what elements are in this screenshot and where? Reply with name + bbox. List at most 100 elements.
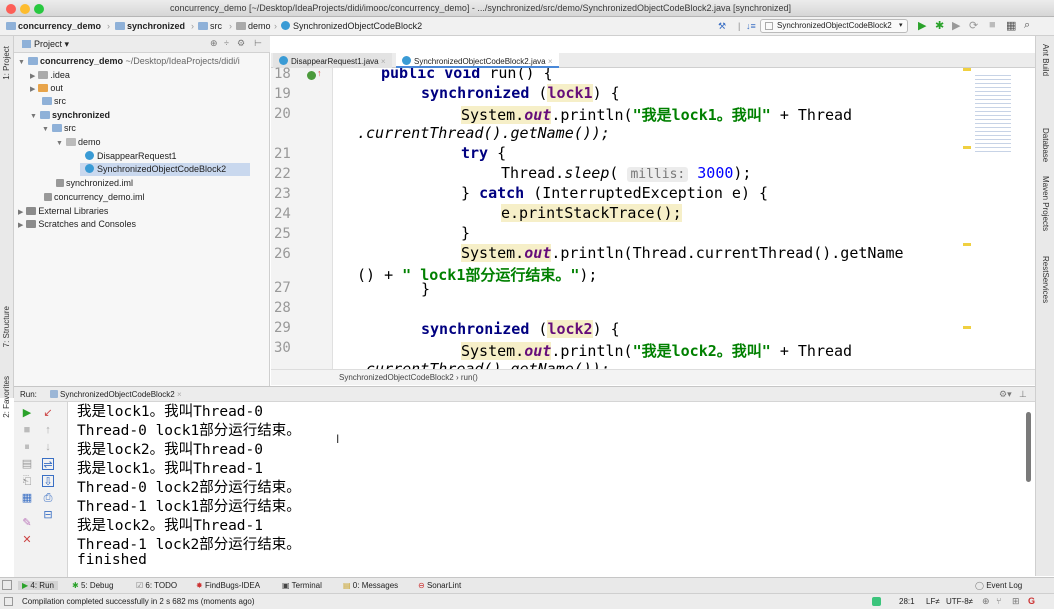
tab-synchronized-object-code-block2[interactable]: SynchronizedObjectCodeBlock2.java ×: [396, 53, 559, 68]
run-tab[interactable]: SynchronizedObjectCodeBlock2 ×: [50, 390, 182, 399]
close-tab-icon[interactable]: ×: [548, 57, 553, 66]
file-encoding[interactable]: UTF-8≠: [946, 597, 973, 606]
tab-messages[interactable]: ▤ 0: Messages: [343, 581, 398, 590]
tab-run[interactable]: ▶ 4: Run: [18, 581, 58, 590]
settings-gear-icon[interactable]: ⚙▾: [999, 389, 1012, 400]
coverage-icon[interactable]: ▶: [952, 19, 960, 32]
tree-item-synchronized-iml[interactable]: synchronized.iml: [56, 178, 133, 188]
console-output[interactable]: 我是lock1。我叫Thread-0 Thread-0 lock1部分运行结束。…: [68, 402, 1035, 577]
tab-findbugs[interactable]: ✸ FindBugs-IDEA: [196, 581, 260, 590]
warning-marker[interactable]: [963, 243, 971, 246]
stop-icon[interactable]: ■: [21, 424, 33, 436]
tool-window-toggle-icon[interactable]: [2, 580, 12, 590]
close-tab-icon[interactable]: ×: [381, 57, 386, 66]
status-toggle-icon[interactable]: [4, 597, 13, 606]
tab-todo[interactable]: ☑ 6: TODO: [136, 581, 177, 590]
run-gutter-icon[interactable]: [307, 71, 316, 80]
maven-projects-tab[interactable]: Maven Projects: [1041, 176, 1050, 231]
tree-item-synchronized-object-code-block2[interactable]: SynchronizedObjectCodeBlock2: [85, 164, 226, 174]
tree-item-synchronized[interactable]: ▼ synchronized: [30, 110, 110, 120]
search-icon[interactable]: ⌕: [1024, 19, 1030, 32]
line-separator[interactable]: LF≠: [926, 597, 940, 606]
tree-item-concurrency-demo-iml[interactable]: concurrency_demo.iml: [44, 192, 145, 202]
scroll-up-icon[interactable]: ↑: [42, 424, 54, 436]
settings-icon[interactable]: ▦: [21, 492, 33, 504]
clear-all-icon[interactable]: ⊟: [42, 509, 54, 521]
status-message[interactable]: Compilation completed successfully in 2 …: [22, 597, 255, 606]
tree-item-concurrency-demo[interactable]: ▼ concurrency_demo ~/Desktop/IdeaProjects…: [18, 56, 240, 66]
collapse-icon[interactable]: ÷: [224, 38, 229, 48]
settings-gear-icon[interactable]: ⚙: [237, 38, 245, 49]
sort-icon[interactable]: ↓≡: [746, 21, 756, 31]
warning-marker[interactable]: [963, 326, 971, 329]
tree-item-idea[interactable]: ▶ .idea: [30, 70, 70, 80]
warning-marker[interactable]: [963, 146, 971, 149]
run-icon[interactable]: ▶: [918, 19, 926, 32]
favorites-tool-tab[interactable]: 2: Favorites: [2, 376, 11, 418]
database-tab[interactable]: Database: [1041, 128, 1050, 162]
minimize-window-button[interactable]: [20, 4, 30, 14]
restore-layout-icon[interactable]: ⎗: [21, 475, 33, 487]
status-indicator-icon[interactable]: [872, 597, 881, 606]
project-structure-icon[interactable]: ▦: [1006, 19, 1016, 32]
breadcrumb-class-name[interactable]: SynchronizedObjectCodeBlock2: [339, 373, 454, 382]
breadcrumb-method-name[interactable]: run(): [461, 373, 478, 382]
console-line: 我是lock1。我叫Thread-0: [77, 404, 263, 420]
scroll-down-icon[interactable]: ↓: [42, 441, 54, 453]
close-icon[interactable]: ✕: [21, 534, 33, 546]
rest-services-tab[interactable]: RestServices: [1041, 256, 1050, 303]
console-scrollbar[interactable]: [1026, 412, 1031, 482]
tree-item-disappear-request1[interactable]: DisappearRequest1: [85, 151, 177, 161]
code-editor[interactable]: public void run() { synchronized (lock1)…: [333, 68, 1023, 369]
close-window-button[interactable]: [6, 4, 16, 14]
status-bar: Compilation completed successfully in 2 …: [0, 593, 1054, 609]
warning-marker[interactable]: [963, 68, 971, 71]
tree-item-out[interactable]: ▶ out: [30, 83, 63, 93]
memory-icon[interactable]: ⊞: [1012, 596, 1020, 607]
dump-threads-icon[interactable]: ▤: [21, 458, 33, 470]
breadcrumb-module[interactable]: synchronized: [115, 21, 185, 31]
tree-item-demo[interactable]: ▼ demo: [56, 137, 100, 147]
breadcrumb-class[interactable]: SynchronizedObjectCodeBlock2: [281, 21, 422, 31]
code-minimap[interactable]: [963, 68, 1023, 369]
hide-panel-icon[interactable]: ⊢: [254, 38, 262, 49]
tab-terminal[interactable]: ▣ Terminal: [282, 581, 322, 590]
tab-sonarlint[interactable]: ⊖ SonarLint: [418, 581, 461, 590]
close-tab-icon[interactable]: ×: [177, 390, 182, 399]
tree-item-src-inner[interactable]: ▼ src: [42, 123, 76, 133]
caret-position[interactable]: 28:1: [899, 597, 915, 606]
event-log-button[interactable]: ◯ Event Log: [975, 581, 1022, 590]
run-config-selector[interactable]: SynchronizedObjectCodeBlock2 ▾: [760, 19, 908, 33]
build-icon[interactable]: ⚒: [718, 21, 726, 32]
debug-icon[interactable]: ✱: [935, 19, 944, 32]
tab-debug[interactable]: ✱ 5: Debug: [72, 581, 113, 590]
rerun-icon[interactable]: ▶: [21, 407, 33, 419]
structure-tool-tab[interactable]: 7: Structure: [2, 306, 11, 347]
hide-panel-icon[interactable]: ⊥: [1019, 389, 1027, 400]
rerun-failed-icon[interactable]: ↙: [42, 407, 54, 419]
readonly-lock-icon[interactable]: ⊕: [982, 596, 990, 607]
soft-wrap-icon[interactable]: ⇌: [42, 458, 54, 471]
pin-tab-icon[interactable]: ✎: [21, 517, 33, 529]
locate-icon[interactable]: ⊕: [210, 38, 218, 49]
ant-build-tab[interactable]: Ant Build: [1041, 44, 1050, 76]
sonar-status-icon[interactable]: G: [1028, 596, 1035, 606]
tree-item-src[interactable]: src: [42, 96, 66, 106]
breadcrumb-demo[interactable]: demo: [236, 21, 271, 31]
scroll-to-end-icon[interactable]: ⇩: [42, 475, 54, 488]
print-icon[interactable]: ⎙: [42, 492, 54, 504]
breadcrumb-project[interactable]: concurrency_demo: [6, 21, 101, 31]
tree-item-external-libraries[interactable]: ▶ External Libraries: [18, 206, 108, 216]
breadcrumb-src[interactable]: src: [198, 21, 222, 31]
profile-icon[interactable]: ⟳: [969, 19, 978, 32]
pause-icon[interactable]: ⏸: [21, 441, 33, 453]
project-view-selector[interactable]: Project ▾: [34, 39, 69, 50]
code-line: System.out.println("我是lock2。我叫" + Thread: [461, 342, 853, 360]
code-line: }: [421, 280, 431, 298]
project-tool-tab[interactable]: 1: Project: [2, 46, 11, 80]
stop-icon[interactable]: ■: [989, 19, 996, 31]
maximize-window-button[interactable]: [34, 4, 44, 14]
override-marker-icon[interactable]: ↑: [317, 68, 322, 78]
tree-item-scratches[interactable]: ▶ Scratches and Consoles: [18, 219, 136, 229]
git-icon[interactable]: ⑂: [996, 596, 1001, 606]
